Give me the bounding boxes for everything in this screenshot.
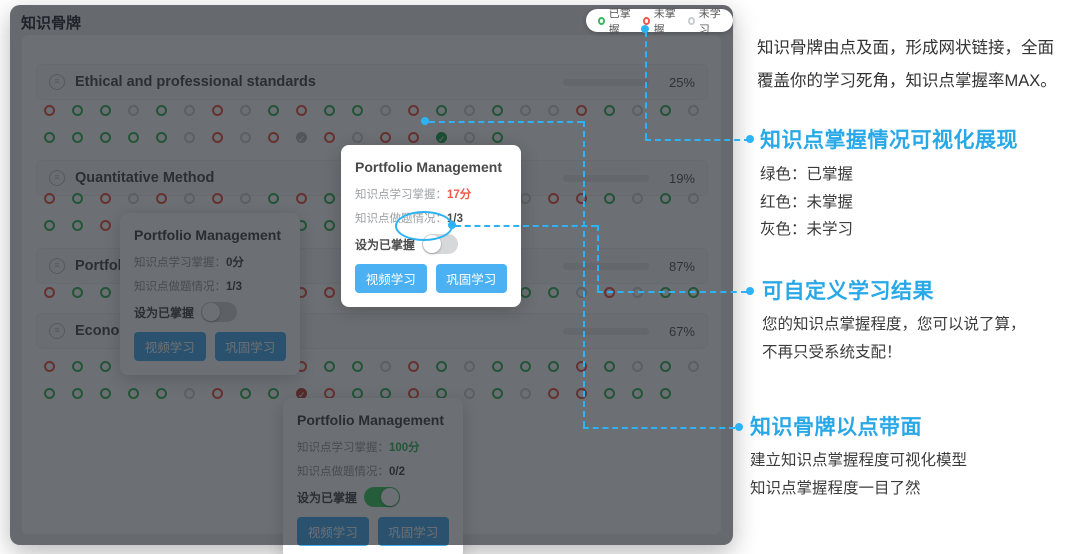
score-value: 17分 bbox=[447, 189, 472, 201]
annotation-line: 知识点掌握程度一目了然 bbox=[750, 479, 921, 497]
annotation-heading: 知识点掌握情况可视化展现 bbox=[760, 129, 1018, 152]
connector-dashed-line bbox=[583, 121, 585, 427]
annotation-line: 您的知识点掌握程度，您可以说了算， bbox=[762, 316, 1026, 333]
connector-dashed-line bbox=[645, 31, 647, 139]
legend-item-unlearned: 未学习 bbox=[688, 5, 721, 37]
toggle-highlight-ellipse bbox=[395, 211, 453, 241]
connector-dashed-line bbox=[583, 427, 735, 429]
unmastered-ring-icon bbox=[643, 16, 650, 25]
consolidate-study-button[interactable]: 巩固学习 bbox=[435, 264, 507, 293]
mastered-ring-icon bbox=[598, 16, 605, 25]
annotation-line: 绿色：已掌握 bbox=[760, 166, 854, 183]
connector-dashed-line bbox=[455, 225, 597, 227]
connector-dot bbox=[746, 135, 754, 143]
connector-dot bbox=[448, 221, 456, 229]
connector-dashed-line bbox=[597, 291, 747, 293]
annotation-line: 不再只受系统支配！ bbox=[762, 343, 902, 361]
annotation-visualization: 知识点掌握情况可视化展现 绿色：已掌握 红色：未掌握 灰色：未学习 bbox=[760, 124, 1018, 244]
connector-dot bbox=[641, 25, 649, 33]
annotation-heading: 知识骨牌以点带面 bbox=[750, 416, 922, 439]
knowledge-domino-window: 知识骨牌 ≡Ethical and professional standards… bbox=[10, 5, 733, 554]
mastery-legend: 已掌握 未掌握 未学习 bbox=[586, 8, 733, 36]
connector-dot bbox=[735, 423, 743, 431]
connector-dot bbox=[421, 117, 429, 125]
score-row: 知识点学习掌握：17分 bbox=[355, 189, 472, 201]
connector-dot bbox=[746, 287, 754, 295]
annotation-point-to-surface: 知识骨牌以点带面 建立知识点掌握程度可视化模型 知识点掌握程度一目了然 bbox=[750, 411, 967, 502]
unlearned-ring-icon bbox=[688, 16, 695, 25]
annotation-line: 灰色：未学习 bbox=[760, 221, 854, 238]
annotation-line: 红色：未掌握 bbox=[760, 193, 854, 211]
annotation-heading: 可自定义学习结果 bbox=[762, 280, 934, 303]
connector-dashed-line bbox=[645, 139, 750, 141]
legend-item-mastered: 已掌握 bbox=[598, 5, 631, 37]
connector-dashed-line bbox=[597, 225, 599, 291]
video-study-button[interactable]: 视频学习 bbox=[355, 264, 427, 293]
annotation-custom-result: 可自定义学习结果 您的知识点掌握程度，您可以说了算， 不再只受系统支配！ bbox=[762, 275, 1026, 366]
intro-text: 知识骨牌由点及面，形成网状链接，全面 覆盖你的学习死角，知识点掌握率MAX。 bbox=[757, 39, 1057, 90]
popup-title: Portfolio Management bbox=[355, 159, 503, 175]
annotation-line: 建立知识点掌握程度可视化模型 bbox=[750, 452, 968, 469]
connector-dashed-line bbox=[429, 121, 583, 123]
